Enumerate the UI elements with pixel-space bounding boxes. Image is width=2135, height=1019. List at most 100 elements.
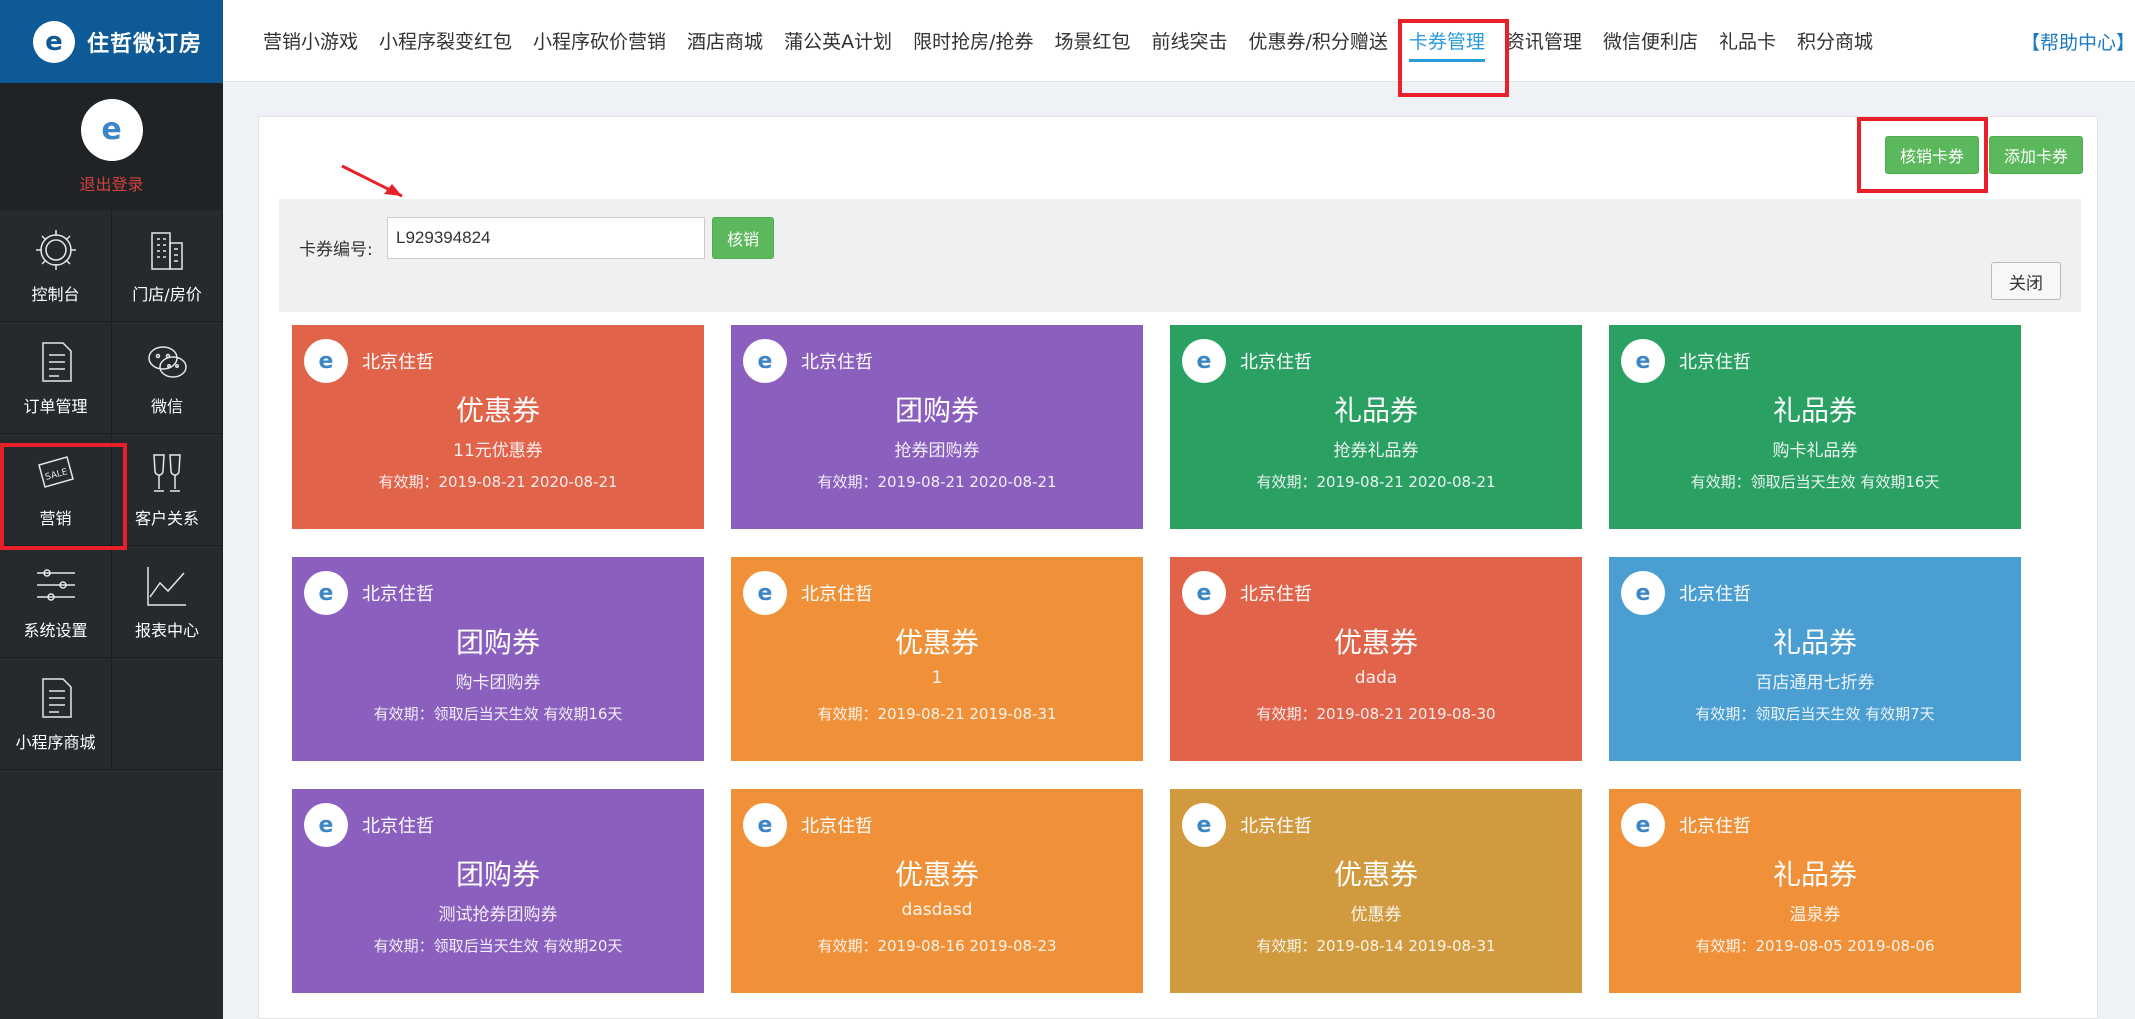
card-type: 礼品券 (1772, 626, 1857, 659)
redeem-submit-button[interactable]: 核销 (712, 217, 774, 259)
card-header: e 北京住哲 (743, 339, 873, 383)
card-validity: 有效期：2019-08-21 2019-08-31 (817, 705, 1057, 723)
card-type: 团购券 (894, 394, 979, 427)
avatar: e (80, 98, 143, 161)
tab-bargain-marketing[interactable]: 小程序砍价营销 (533, 0, 666, 82)
tab-scene-redpacket[interactable]: 场景红包 (1054, 0, 1130, 82)
coupon-card[interactable]: e 北京住哲 礼品券 温泉券 有效期：2019-08-05 2019-08-06 (1609, 789, 2021, 993)
tab-coupon-points[interactable]: 优惠券/积分赠送 (1249, 0, 1388, 82)
coupon-card[interactable]: e 北京住哲 团购券购卡团购券有效期：领取后当天生效 有效期16天 (292, 557, 704, 761)
merchant-logo-icon: e (1182, 339, 1226, 383)
tab-points-mall[interactable]: 积分商城 (1797, 0, 1873, 82)
card-name: 1 (931, 668, 943, 688)
brand-name: 住哲微订房 (87, 31, 203, 57)
card-type: 团购券 (455, 858, 540, 891)
card-name: 抢券团购券 (894, 441, 980, 461)
card-name: dasdasd (901, 900, 973, 920)
logout-link[interactable]: 退出登录 (79, 171, 143, 195)
add-coupon-button[interactable]: 添加卡券 (1988, 136, 2083, 174)
close-button[interactable]: 关闭 (1991, 262, 2061, 300)
card-merchant: 北京住哲 (1240, 584, 1312, 605)
gear-icon (35, 229, 76, 270)
sale-tag-icon: SALE (37, 455, 74, 488)
sliders-icon (36, 568, 75, 601)
card-merchant: 北京住哲 (801, 584, 873, 605)
coupon-number-input[interactable] (387, 217, 705, 259)
sidebar-item-label: 控制台 (31, 284, 80, 304)
sidebar-item-mini-mall[interactable]: 小程序商城 (0, 658, 112, 770)
card-validity: 有效期：2019-08-21 2020-08-21 (817, 473, 1057, 491)
card-name: 购卡团购券 (455, 673, 541, 693)
tab-fission-redpacket[interactable]: 小程序裂变红包 (379, 0, 512, 82)
coupon-card[interactable]: e 北京住哲 团购券 测试抢券团购券 有效期：领取后当天生效 有效期20天 (292, 789, 704, 993)
sidebar-item-label: 营销 (39, 508, 72, 528)
card-validity: 有效期：2019-08-14 2019-08-31 (1256, 937, 1496, 955)
card-type: 优惠券 (1333, 858, 1418, 891)
card-validity: 有效期：2019-08-21 2020-08-21 (378, 473, 618, 491)
card-merchant: 北京住哲 (801, 816, 873, 837)
card-validity: 有效期：2019-08-21 2020-08-21 (1256, 473, 1496, 491)
sidebar-item-orders[interactable]: 订单管理 (0, 322, 112, 434)
coupon-card[interactable]: e 北京住哲 优惠券 1 有效期：2019-08-21 2019-08-31 (731, 557, 1143, 761)
card-name: 抢券礼品券 (1333, 441, 1419, 461)
card-header: e 北京住哲 (304, 571, 434, 615)
tab-dandelion-plan[interactable]: 蒲公英A计划 (784, 0, 892, 82)
tab-coupon-management[interactable]: 卡券管理 (1408, 0, 1485, 82)
glasses-icon (153, 453, 181, 492)
sidebar-item-wechat[interactable]: 微信 (112, 322, 223, 434)
card-header: e 北京住哲 (1621, 803, 1751, 847)
tab-hotel-mall[interactable]: 酒店商城 (687, 0, 763, 82)
card-merchant: 北京住哲 (362, 584, 434, 605)
sidebar-item-label: 订单管理 (23, 396, 88, 416)
card-merchant: 北京住哲 (362, 352, 434, 373)
tab-frontline[interactable]: 前线突击 (1151, 0, 1227, 82)
sidebar-item-label: 报表中心 (134, 620, 199, 640)
sidebar-item-label: 门店/房价 (132, 284, 202, 304)
action-buttons: 核销卡券 添加卡券 (1884, 136, 2083, 174)
card-merchant: 北京住哲 (1679, 816, 1751, 837)
card-type: 礼品券 (1772, 394, 1857, 427)
card-header: e 北京住哲 (743, 571, 873, 615)
card-header: e 北京住哲 (304, 803, 434, 847)
tab-news-management[interactable]: 资讯管理 (1506, 0, 1582, 82)
sidebar-item-crm[interactable]: 客户关系 (112, 434, 223, 546)
merchant-logo-icon: e (1182, 571, 1226, 615)
sidebar-item-stores[interactable]: 门店/房价 (112, 210, 223, 322)
merchant-logo-icon: e (304, 571, 348, 615)
card-validity: 有效期：领取后当天生效 有效期16天 (373, 705, 623, 723)
chart-icon (147, 566, 186, 606)
brand-logo[interactable]: e 住哲微订房 (0, 0, 223, 83)
coupon-card[interactable]: e 北京住哲 优惠券 dada 有效期：2019-08-21 2019-08-30 (1170, 557, 1582, 761)
tab-gift-card[interactable]: 礼品卡 (1719, 0, 1776, 82)
sidebar-nav: 控制台 门店/房价 订单管理 微信 SALE 营销 客户关系 系统设置 报表中心… (0, 210, 223, 770)
coupon-card[interactable]: e 北京住哲 优惠券 dasdasd 有效期：2019-08-16 2019-08-23 (731, 789, 1143, 993)
tab-flash-sale[interactable]: 限时抢房/抢券 (913, 0, 1033, 82)
redeem-coupon-button[interactable]: 核销卡券 (1884, 136, 1979, 174)
sidebar-item-reports[interactable]: 报表中心 (112, 546, 223, 658)
card-validity: 有效期：领取后当天生效 有效期16天 (1690, 473, 1940, 491)
coupon-number-label: 卡券编号: (299, 240, 373, 260)
help-center-link[interactable]: 【帮助中心】 (2021, 0, 2135, 82)
coupon-card[interactable]: e 北京住哲 团购券抢券团购券有效期：2019-08-21 2020-08-21 (731, 325, 1143, 529)
sidebar-item-settings[interactable]: 系统设置 (0, 546, 112, 658)
tab-wechat-store[interactable]: 微信便利店 (1603, 0, 1698, 82)
card-name: 温泉券 (1789, 905, 1841, 925)
coupon-card[interactable]: e 北京住哲 礼品券 购卡礼品券 有效期：领取后当天生效 有效期16天 (1609, 325, 2021, 529)
coupon-card[interactable]: e 北京住哲 优惠券 优惠券 有效期：2019-08-14 2019-08-31 (1170, 789, 1582, 993)
card-merchant: 北京住哲 (1240, 816, 1312, 837)
card-header: e 北京住哲 (304, 339, 434, 383)
card-type: 优惠券 (1333, 626, 1418, 659)
card-name: 11元优惠券 (453, 441, 543, 461)
tab-marketing-games[interactable]: 营销小游戏 (263, 0, 358, 82)
merchant-logo-icon: e (304, 339, 348, 383)
sidebar-item-marketing[interactable]: SALE 营销 (0, 434, 112, 546)
card-validity: 有效期：领取后当天生效 有效期7天 (1695, 705, 1935, 723)
sidebar-item-dashboard[interactable]: 控制台 (0, 210, 112, 322)
merchant-logo-icon: e (1621, 339, 1665, 383)
coupon-card[interactable]: e 北京住哲 礼品券 百店通用七折券 有效期：领取后当天生效 有效期7天 (1609, 557, 2021, 761)
coupon-card[interactable]: e 北京住哲 礼品券 抢券礼品券 有效期：2019-08-21 2020-08-21 (1170, 325, 1582, 529)
coupon-card[interactable]: e 北京住哲 优惠券 11元优惠券 有效期：2019-08-21 2020-08-21 (292, 325, 704, 529)
card-type: 团购券 (455, 626, 540, 659)
wechat-icon (148, 345, 187, 378)
merchant-logo-icon: e (743, 571, 787, 615)
